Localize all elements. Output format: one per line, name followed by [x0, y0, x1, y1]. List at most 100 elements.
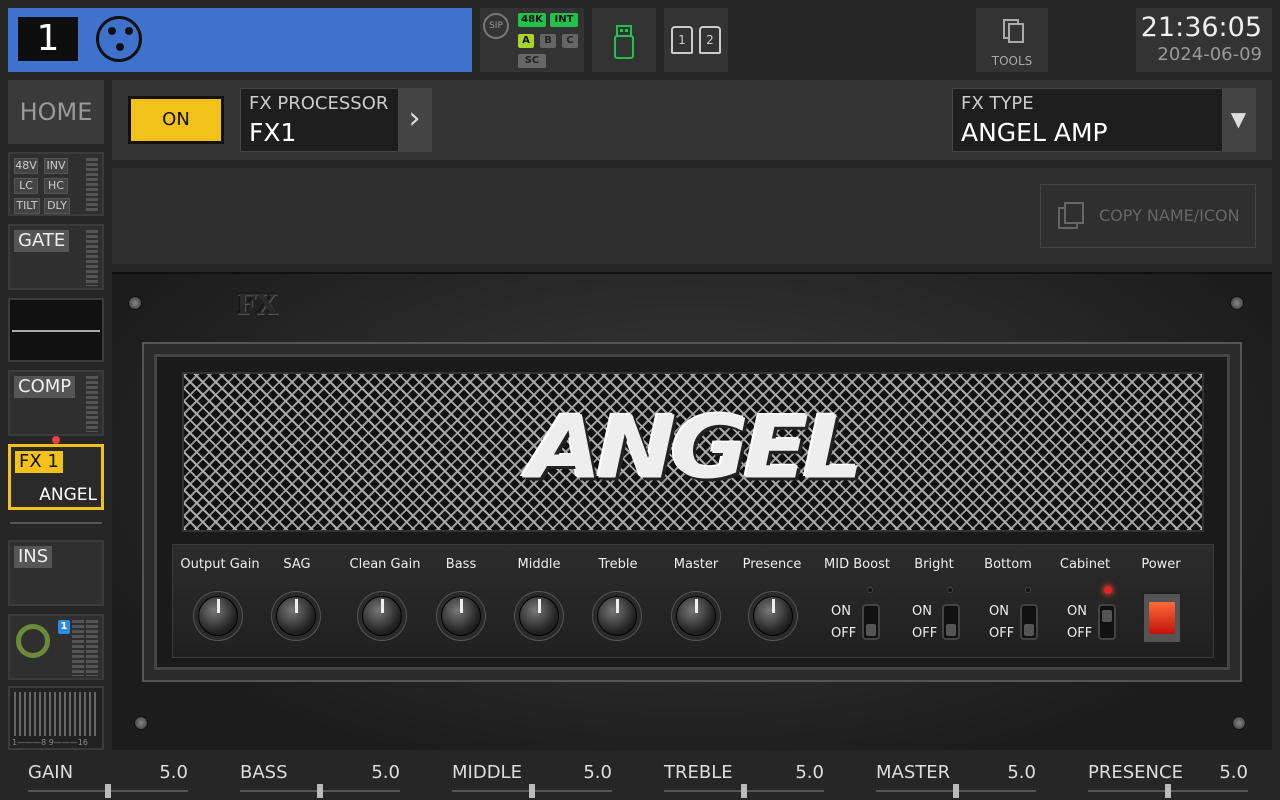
- mid-boost-on-label: ON: [831, 604, 851, 619]
- screw-icon: [128, 296, 142, 310]
- clock-date: 2024-06-09: [1157, 44, 1262, 65]
- param-name-presence: PRESENCE: [1088, 762, 1183, 783]
- treble-knob[interactable]: [597, 596, 637, 636]
- dly-tag: DLY: [44, 198, 70, 214]
- ins-block[interactable]: INS: [8, 540, 104, 606]
- eq-block[interactable]: [8, 298, 104, 362]
- hc-tag: HC: [44, 178, 68, 194]
- param-slider-thumb[interactable]: [953, 784, 959, 798]
- fx-logo: FX: [236, 288, 278, 321]
- gate-label: GATE: [14, 230, 70, 252]
- chevron-right-icon[interactable]: ›: [398, 89, 431, 151]
- screw-icon: [1230, 296, 1244, 310]
- cabinet-off-label: OFF: [1067, 626, 1093, 641]
- fx1-name: ANGEL: [39, 485, 97, 505]
- fx-type-selector[interactable]: FX TYPE ANGEL AMP: [952, 88, 1256, 152]
- cabinet-on-label: ON: [1067, 604, 1087, 619]
- param-slider-thumb[interactable]: [1165, 784, 1171, 798]
- param-slider-thumb[interactable]: [529, 784, 535, 798]
- sc-badge: SC: [518, 54, 546, 68]
- sip-indicator: SIP: [483, 13, 509, 39]
- sample-rate-badge: 48K: [518, 13, 546, 27]
- mid-boost-switch[interactable]: [862, 604, 880, 640]
- power-switch[interactable]: [1142, 592, 1182, 644]
- clock-source-badge: INT: [550, 13, 578, 27]
- screw-icon: [1232, 716, 1246, 730]
- pan-ring: [16, 624, 50, 658]
- sd-card-button[interactable]: 1 2: [664, 8, 728, 72]
- lc-tag: LC: [14, 178, 38, 194]
- copy-docs-icon: [1003, 19, 1024, 43]
- bus-meter-scale: 1———8 9———16: [12, 738, 88, 747]
- gate-block[interactable]: GATE: [8, 224, 104, 290]
- ins-label: INS: [14, 546, 53, 568]
- fx-on-button[interactable]: ON: [128, 96, 224, 144]
- comp-meter: [86, 376, 98, 432]
- param-slider-thumb[interactable]: [105, 784, 111, 798]
- bus-a-badge: A: [518, 34, 534, 48]
- param-value-presence: 5.0: [1219, 762, 1248, 783]
- bottom-led: [1025, 587, 1031, 593]
- bright-on-label: ON: [912, 604, 932, 619]
- bus-c-badge: C: [562, 34, 578, 48]
- tilt-tag: TILT: [14, 198, 40, 214]
- bright-led: [947, 587, 953, 593]
- usb-icon: [614, 25, 634, 59]
- sag-knob[interactable]: [276, 596, 316, 636]
- knob-label-middle: Middle: [517, 557, 561, 572]
- presence-knob[interactable]: [753, 596, 793, 636]
- knob-label-presence: Presence: [742, 557, 802, 572]
- output-gain-knob[interactable]: [198, 596, 238, 636]
- knob-label-bass: Bass: [445, 557, 477, 572]
- param-name-bass: BASS: [240, 762, 288, 783]
- xlr-icon: [96, 16, 142, 62]
- param-name-gain: GAIN: [28, 762, 74, 783]
- power-label: Power: [1141, 557, 1181, 572]
- sd-card-2-icon: 2: [699, 26, 721, 54]
- master-knob[interactable]: [676, 596, 716, 636]
- comp-block[interactable]: COMP: [8, 370, 104, 436]
- cabinet-led: [1103, 585, 1113, 595]
- param-slider-thumb[interactable]: [317, 784, 323, 798]
- param-value-bass: 5.0: [371, 762, 400, 783]
- preamp-meter: [86, 158, 98, 212]
- bus-meter-bars: [14, 692, 98, 736]
- middle-knob[interactable]: [519, 596, 559, 636]
- preamp-block[interactable]: 48V INV LC HC TILT DLY: [8, 152, 104, 216]
- channel-number: 1: [18, 17, 78, 61]
- fx-processor-value: FX1: [249, 118, 297, 147]
- clean-gain-knob[interactable]: [362, 596, 402, 636]
- copy-icon: [1058, 202, 1084, 229]
- gate-meter: [86, 230, 98, 286]
- level-meter-r: [86, 620, 98, 676]
- usb-button[interactable]: [592, 8, 656, 72]
- chevron-down-icon[interactable]: ▼: [1222, 89, 1255, 151]
- bottom-switch[interactable]: [1020, 604, 1038, 640]
- eq-curve: [12, 330, 100, 332]
- bright-off-label: OFF: [912, 626, 938, 641]
- fx-active-dot: [52, 436, 60, 444]
- bus-b-badge: B: [540, 34, 556, 48]
- bass-knob[interactable]: [441, 596, 481, 636]
- fader-block[interactable]: 1: [8, 614, 104, 680]
- param-slider-thumb[interactable]: [741, 784, 747, 798]
- screw-icon: [134, 716, 148, 730]
- amp-brand-logo: ANGEL: [527, 397, 864, 499]
- cabinet-switch[interactable]: [1098, 604, 1116, 640]
- fx1-label: FX 1: [15, 451, 63, 473]
- param-name-middle: MIDDLE: [452, 762, 522, 783]
- mid-boost-off-label: OFF: [831, 626, 857, 641]
- mid-boost-led: [867, 587, 873, 593]
- fx1-block[interactable]: FX 1 ANGEL: [8, 444, 104, 510]
- home-button[interactable]: HOME: [8, 80, 104, 144]
- meter-badge: 1: [58, 620, 70, 634]
- knob-label-treble: Treble: [598, 557, 638, 572]
- fx-type-label: FX TYPE: [961, 93, 1034, 114]
- tools-button[interactable]: TOOLS: [976, 8, 1048, 72]
- param-name-master: MASTER: [876, 762, 951, 783]
- bright-switch[interactable]: [942, 604, 960, 640]
- comp-label: COMP: [14, 376, 76, 398]
- param-value-master: 5.0: [1007, 762, 1036, 783]
- bus-meters[interactable]: 1———8 9———16: [8, 686, 104, 750]
- param-value-gain: 5.0: [159, 762, 188, 783]
